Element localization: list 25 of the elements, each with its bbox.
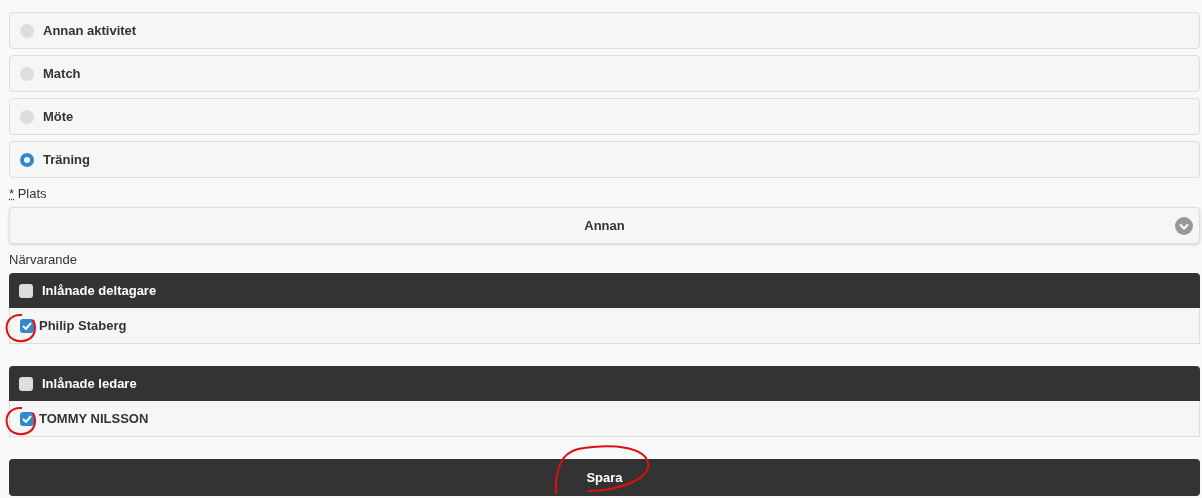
radio-option[interactable]: Match <box>9 55 1200 92</box>
field-label: * Plats <box>9 186 48 201</box>
radio-option[interactable]: Träning <box>9 141 1200 178</box>
radio-option[interactable]: Annan aktivitet <box>9 12 1200 49</box>
radio-button[interactable] <box>20 109 34 124</box>
radio-button[interactable] <box>20 152 34 167</box>
checkbox[interactable] <box>20 411 34 426</box>
radio-option[interactable]: Möte <box>9 98 1200 135</box>
member-name: TOMMY NILSSON <box>39 411 149 426</box>
place-select[interactable]: Annan <box>9 207 1200 244</box>
member-name: Philip Staberg <box>39 318 127 333</box>
radio-label: Möte <box>43 109 74 124</box>
checkbox[interactable] <box>19 376 33 391</box>
radio-label: Match <box>43 66 81 81</box>
checkbox[interactable] <box>20 318 34 333</box>
group-title: Inlånade deltagare <box>42 283 157 298</box>
chevron-down-icon <box>1175 217 1193 235</box>
group-title: Inlånade ledare <box>42 376 137 391</box>
checkbox[interactable] <box>19 283 33 298</box>
save-button[interactable]: Spara <box>9 459 1200 496</box>
radio-button[interactable] <box>20 66 34 81</box>
section-label: Närvarande <box>9 252 78 267</box>
radio-button[interactable] <box>20 23 34 38</box>
radio-label: Annan aktivitet <box>43 23 137 38</box>
radio-label: Träning <box>43 152 90 167</box>
